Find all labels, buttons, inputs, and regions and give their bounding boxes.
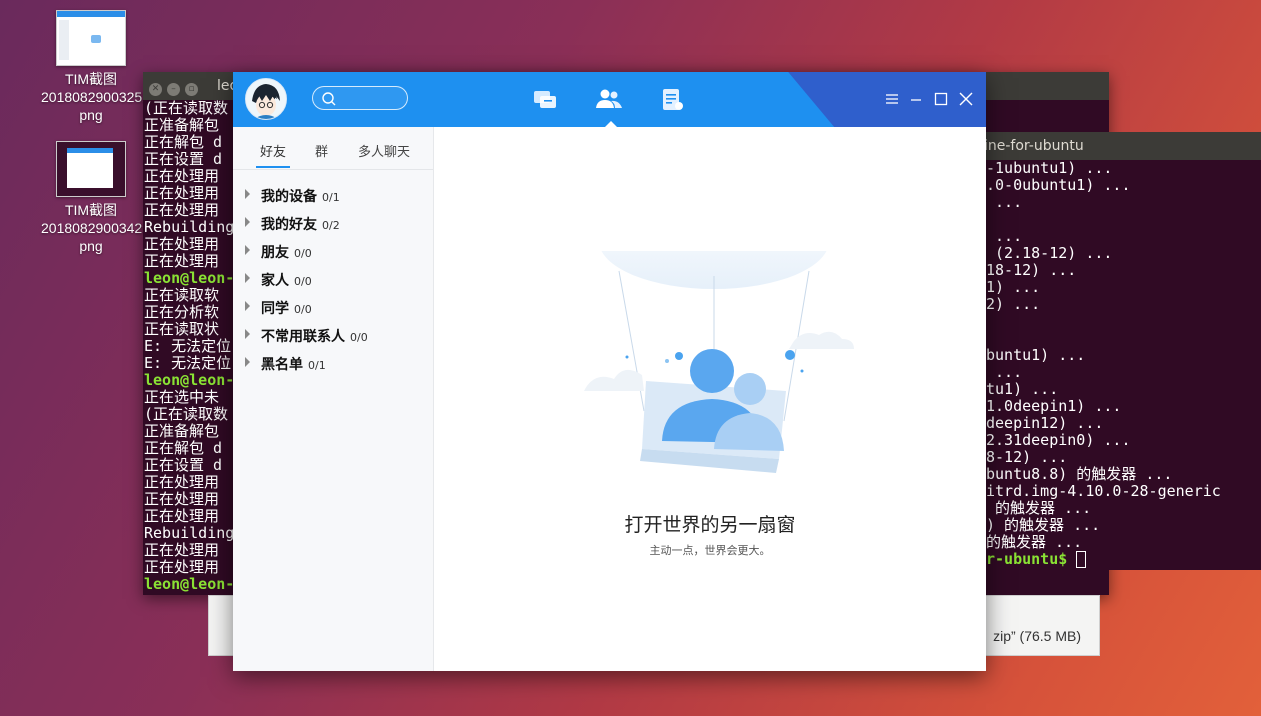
expand-arrow-icon[interactable] [245, 217, 250, 227]
friend-group-name: 朋友 0/0 [261, 245, 312, 261]
message-icon[interactable] [531, 86, 559, 114]
terminal-line: 18-12) ... [986, 261, 1077, 279]
terminal-prompt: r-ubuntu$ [986, 550, 1077, 568]
expand-arrow-icon[interactable] [245, 273, 250, 283]
terminal-titlebar[interactable]: ine-for-ubuntu [960, 132, 1261, 160]
terminal-window-right[interactable]: ine-for-ubuntu -1ubuntu1) ... .0-0ubuntu1… [960, 132, 1261, 570]
friend-group-count: 0/1 [322, 191, 340, 204]
contacts-sidebar: 好友 群 多人聊天 我的设备 0/1 我的好友 0/2 朋友 0/0 家人 0/0 同学 0/0 不… [233, 127, 434, 671]
minimize-icon[interactable]: – [167, 83, 180, 96]
expand-arrow-icon[interactable] [245, 245, 250, 255]
friend-group-count: 0/1 [308, 359, 326, 372]
maximize-icon[interactable]: ▫ [185, 83, 198, 96]
friend-group[interactable]: 朋友 0/0 [233, 238, 433, 266]
friend-group-name: 不常用联系人 0/0 [261, 329, 368, 345]
friend-group-name: 我的好友 0/2 [261, 217, 340, 233]
download-file-size: zip” (76.5 MB) [993, 628, 1081, 644]
expand-arrow-icon[interactable] [245, 357, 250, 367]
maximize-icon[interactable] [933, 91, 949, 107]
desktop-file-number: 20180829003252 [41, 89, 151, 105]
close-icon[interactable]: ✕ [149, 83, 162, 96]
terminal-line: .0-0ubuntu1) ... [986, 176, 1131, 194]
tab-groups[interactable]: 群 [315, 141, 328, 160]
terminal-line: (2.18-12) ... [986, 244, 1113, 262]
desktop-file-ext: png [79, 238, 103, 254]
hot-air-balloon-illustration [584, 251, 854, 473]
desktop-file-ext: png [79, 107, 103, 123]
minimize-icon[interactable] [908, 91, 924, 107]
friend-group[interactable]: 不常用联系人 0/0 [233, 322, 433, 350]
search-icon [322, 92, 336, 106]
terminal-line: buntu8.8) 的触发器 ... [986, 465, 1173, 483]
desktop-file-icon-2[interactable]: TIM截图 20180829003429 png [41, 141, 151, 255]
friend-group-name: 我的设备 0/1 [261, 189, 340, 205]
expand-arrow-icon[interactable] [245, 189, 250, 199]
friend-group[interactable]: 同学 0/0 [233, 294, 433, 322]
terminal-line: 2.31deepin0) ... [986, 431, 1131, 449]
friend-group-list: 我的设备 0/1 我的好友 0/2 朋友 0/0 家人 0/0 同学 0/0 不常用联系人 0/0 黑名… [233, 170, 433, 378]
terminal-line: 2) ... [986, 295, 1041, 313]
friend-group[interactable]: 家人 0/0 [233, 266, 433, 294]
desktop-file-number: 20180829003429 [41, 220, 151, 236]
avatar[interactable] [245, 78, 287, 120]
terminal-output: -1ubuntu1) ... .0-0ubuntu1) ... ... ... (… [960, 160, 1261, 568]
menu-icon[interactable] [884, 91, 900, 107]
image-thumbnail-icon [56, 10, 126, 66]
friend-group-name: 黑名单 0/1 [261, 357, 326, 373]
contact-tabs: 好友 群 多人聊天 [233, 127, 433, 170]
terminal-prompt-line: r-ubuntu$ [986, 551, 1261, 568]
tim-window[interactable]: 好友 群 多人聊天 我的设备 0/1 我的好友 0/2 朋友 0/0 家人 0/0 同学 0/0 不… [233, 72, 986, 671]
terminal-cursor [1076, 551, 1087, 568]
notes-icon[interactable] [659, 86, 687, 114]
terminal-line: 1.0deepin1) ... [986, 397, 1122, 415]
empty-state-subline: 主动一点，世界会更大。 [649, 544, 771, 557]
close-icon[interactable] [958, 91, 974, 107]
terminal-line: ) 的触发器 ... [986, 516, 1101, 534]
terminal-line: -1ubuntu1) ... [986, 159, 1113, 177]
desktop-file-name: TIM截图 [64, 71, 118, 87]
terminal-line: itrd.img-4.10.0-28-generic [986, 482, 1221, 500]
friend-group-count: 0/0 [294, 275, 312, 288]
terminal-line: 的触发器 ... [986, 533, 1083, 551]
contacts-icon[interactable] [595, 86, 623, 114]
terminal-line: ... [986, 193, 1023, 211]
expand-arrow-icon[interactable] [245, 329, 250, 339]
expand-arrow-icon[interactable] [245, 301, 250, 311]
search-input[interactable] [312, 86, 408, 110]
friend-group-count: 0/2 [322, 219, 340, 232]
friend-group-count: 0/0 [294, 303, 312, 316]
tim-header [233, 72, 986, 127]
friend-group-count: 0/0 [350, 331, 368, 344]
tab-friends[interactable]: 好友 [255, 141, 291, 168]
terminal-line: tu1) ... [986, 380, 1059, 398]
terminal-line: buntu1) ... [986, 346, 1086, 364]
friend-group[interactable]: 黑名单 0/1 [233, 350, 433, 378]
terminal-line: ... [986, 363, 1023, 381]
terminal-line: 1) ... [986, 278, 1041, 296]
friend-group-count: 0/0 [294, 247, 312, 260]
friend-group-name: 家人 0/0 [261, 273, 312, 289]
image-thumbnail-icon [56, 141, 126, 197]
main-panel: 打开世界的另一扇窗 主动一点，世界会更大。 [434, 127, 986, 671]
terminal-line: 的触发器 ... [986, 499, 1092, 517]
terminal-line: deepin12) ... [986, 414, 1104, 432]
terminal-line: 8-12) ... [986, 448, 1068, 466]
terminal-line: ... [986, 227, 1023, 245]
friend-group[interactable]: 我的设备 0/1 [233, 182, 433, 210]
desktop-file-name: TIM截图 [64, 202, 118, 218]
tab-multi-chat[interactable]: 多人聊天 [358, 141, 410, 160]
friend-group[interactable]: 我的好友 0/2 [233, 210, 433, 238]
friend-group-name: 同学 0/0 [261, 301, 312, 317]
desktop-file-icon-1[interactable]: TIM截图 20180829003252 png [41, 10, 151, 124]
empty-state-headline: 打开世界的另一扇窗 [624, 514, 796, 536]
